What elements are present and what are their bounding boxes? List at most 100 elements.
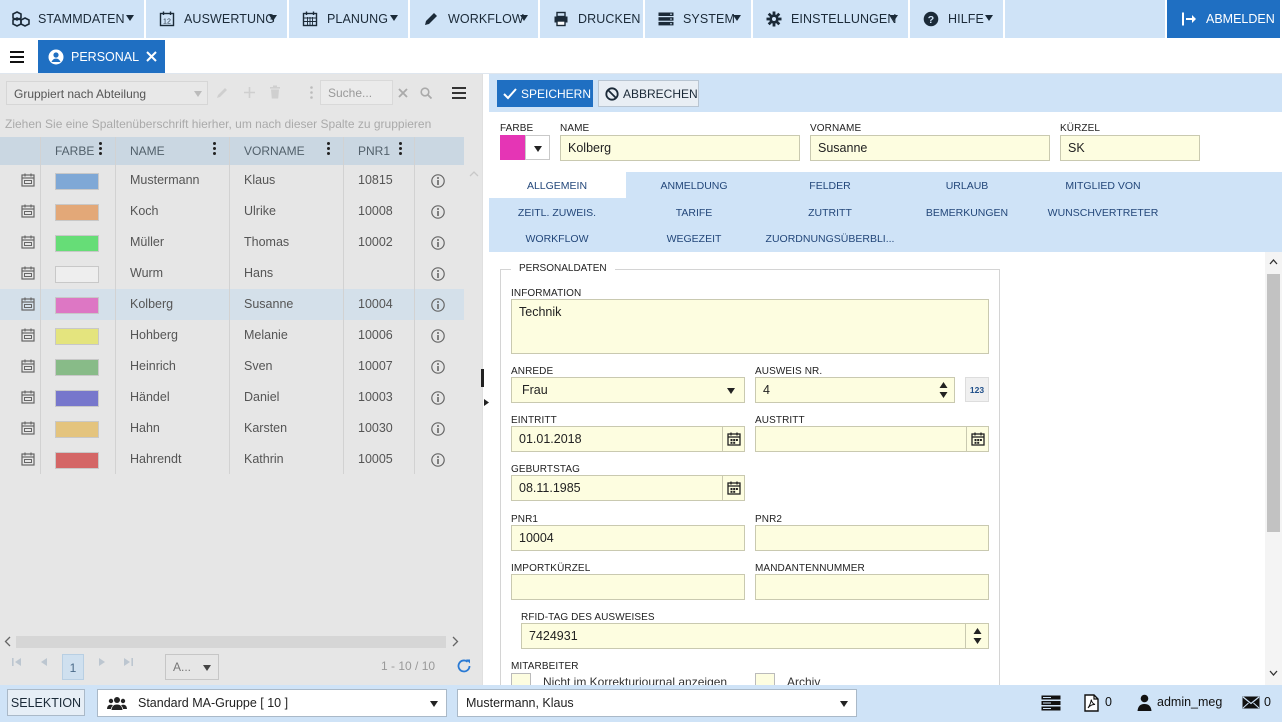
page-size-select[interactable]: A... (165, 654, 219, 680)
color-picker-button[interactable] (525, 135, 550, 160)
calendar-icon[interactable] (21, 173, 35, 187)
geburtstag-datepicker[interactable]: 08.11.1985 (511, 475, 745, 501)
ausweis-stepper[interactable]: 4 (755, 377, 955, 403)
calendar-icon[interactable] (966, 427, 988, 451)
info-icon[interactable] (431, 360, 445, 374)
vorname-input[interactable]: Susanne (810, 135, 1050, 161)
info-icon[interactable] (431, 391, 445, 405)
table-row[interactable]: Hahn Karsten 10030 (0, 413, 464, 444)
anrede-select[interactable]: Frau (511, 377, 745, 403)
scroll-right-icon[interactable] (452, 636, 459, 647)
info-icon[interactable] (431, 329, 445, 343)
server-status-icon[interactable] (1041, 695, 1061, 711)
save-button[interactable]: SPEICHERN (497, 80, 593, 107)
first-page-icon[interactable] (12, 657, 22, 667)
column-menu-icon[interactable] (99, 142, 102, 157)
menu-system[interactable]: SYSTEM (645, 0, 751, 38)
list-options-icon[interactable] (452, 87, 466, 99)
refresh-icon[interactable] (456, 658, 472, 674)
pdf-icon[interactable] (1084, 694, 1099, 712)
tab-wunschvertreter[interactable]: WUNSCHVERTRETER (1035, 207, 1171, 219)
menu-auswertung[interactable]: 12 AUSWERTUNG (146, 0, 287, 38)
table-row[interactable]: Hohberg Melanie 10006 (0, 320, 464, 351)
austritt-datepicker[interactable] (755, 426, 989, 452)
column-header-pnr1[interactable]: PNR1 (358, 144, 390, 158)
column-menu-icon[interactable] (327, 142, 330, 157)
pnr1-input[interactable]: 10004 (511, 525, 745, 551)
detail-vertical-scrollbar[interactable] (1265, 252, 1282, 685)
korrekturjournal-checkbox[interactable] (511, 673, 531, 685)
splitter-handle[interactable] (481, 369, 484, 387)
calendar-icon[interactable] (21, 421, 35, 435)
prev-page-icon[interactable] (40, 657, 48, 667)
current-page-button[interactable]: 1 (62, 654, 84, 680)
table-row[interactable]: Heinrich Sven 10007 (0, 351, 464, 382)
pnr2-input[interactable] (755, 525, 989, 551)
tab-allgemein[interactable]: ALLGEMEIN (489, 180, 625, 192)
delete-icon[interactable] (269, 85, 281, 99)
hamburger-menu-icon[interactable] (10, 51, 24, 63)
scroll-down-icon[interactable] (1269, 670, 1278, 676)
info-icon[interactable] (431, 205, 445, 219)
group-by-select[interactable]: Gruppiert nach Abteilung (6, 81, 208, 105)
stepper-arrows-icon[interactable] (939, 381, 948, 399)
calendar-icon[interactable] (21, 297, 35, 311)
eintritt-datepicker[interactable]: 01.01.2018 (511, 426, 745, 452)
tab-anmeldung[interactable]: ANMELDUNG (626, 180, 762, 192)
archiv-checkbox[interactable] (755, 673, 775, 685)
name-input[interactable]: Kolberg (560, 135, 800, 161)
cancel-button[interactable]: ABBRECHEN (598, 80, 699, 107)
more-vertical-icon[interactable] (310, 86, 313, 99)
column-header-farbe[interactable]: FARBE (55, 144, 94, 158)
column-header-name[interactable]: NAME (130, 144, 165, 158)
tab-zutritt[interactable]: ZUTRITT (762, 207, 898, 219)
scroll-left-icon[interactable] (4, 636, 11, 647)
importkuerzel-input[interactable] (511, 574, 745, 600)
table-row[interactable]: Müller Thomas 10002 (0, 227, 464, 258)
logout-button[interactable]: ABMELDEN (1167, 0, 1280, 38)
tab-personal[interactable]: PERSONAL (38, 40, 165, 73)
scrollbar-thumb[interactable] (1267, 274, 1280, 532)
tab-mitglied-von[interactable]: MITGLIED VON (1035, 180, 1171, 192)
table-row[interactable]: Händel Daniel 10003 (0, 382, 464, 413)
rfid-stepper[interactable]: 7424931 (521, 623, 989, 649)
calendar-icon[interactable] (21, 266, 35, 280)
user-icon[interactable] (1137, 694, 1152, 711)
tab-workflow[interactable]: WORKFLOW (489, 233, 625, 245)
stepper-arrows-icon[interactable] (965, 624, 988, 648)
add-icon[interactable] (243, 86, 256, 99)
tab-zuordnungsueberblick[interactable]: ZUORDNUNGSÜBERBLI... (762, 233, 898, 245)
calendar-icon[interactable] (21, 390, 35, 404)
clear-search-icon[interactable] (398, 88, 408, 98)
table-row[interactable]: Mustermann Klaus 10815 (0, 165, 464, 196)
menu-planung[interactable]: PLANUNG (289, 0, 408, 38)
table-row[interactable]: Kolberg Susanne 10004 (0, 289, 464, 320)
table-row[interactable]: Koch Ulrike 10008 (0, 196, 464, 227)
info-icon[interactable] (431, 298, 445, 312)
info-icon[interactable] (431, 422, 445, 436)
info-icon[interactable] (431, 267, 445, 281)
person-select[interactable]: Mustermann, Klaus (457, 689, 857, 717)
close-tab-icon[interactable] (146, 51, 157, 62)
menu-einstellungen[interactable]: EINSTELLUNGEN (753, 0, 908, 38)
information-textarea[interactable]: Technik (511, 299, 989, 354)
menu-workflow[interactable]: WORKFLOW (410, 0, 538, 38)
table-row[interactable]: Hahrendt Kathrin 10005 (0, 444, 464, 475)
info-icon[interactable] (431, 236, 445, 250)
calendar-icon[interactable] (722, 476, 744, 500)
menu-drucken[interactable]: DRUCKEN (540, 0, 643, 38)
tab-felder[interactable]: FELDER (762, 180, 898, 192)
tab-tarife[interactable]: TARIFE (626, 207, 762, 219)
tab-zeitl-zuweis[interactable]: ZEITL. ZUWEIS. (489, 207, 625, 219)
calendar-icon[interactable] (21, 235, 35, 249)
list-vertical-scrollbar[interactable] (466, 164, 482, 634)
edit-icon[interactable] (216, 86, 229, 99)
calendar-icon[interactable] (722, 427, 744, 451)
tab-wegezeit[interactable]: WEGEZEIT (626, 233, 762, 245)
tab-urlaub[interactable]: URLAUB (899, 180, 1035, 192)
list-horizontal-scrollbar[interactable] (16, 636, 446, 648)
info-icon[interactable] (431, 174, 445, 188)
last-page-icon[interactable] (123, 657, 133, 667)
panel-splitter[interactable] (481, 74, 489, 685)
color-swatch[interactable] (500, 135, 525, 160)
